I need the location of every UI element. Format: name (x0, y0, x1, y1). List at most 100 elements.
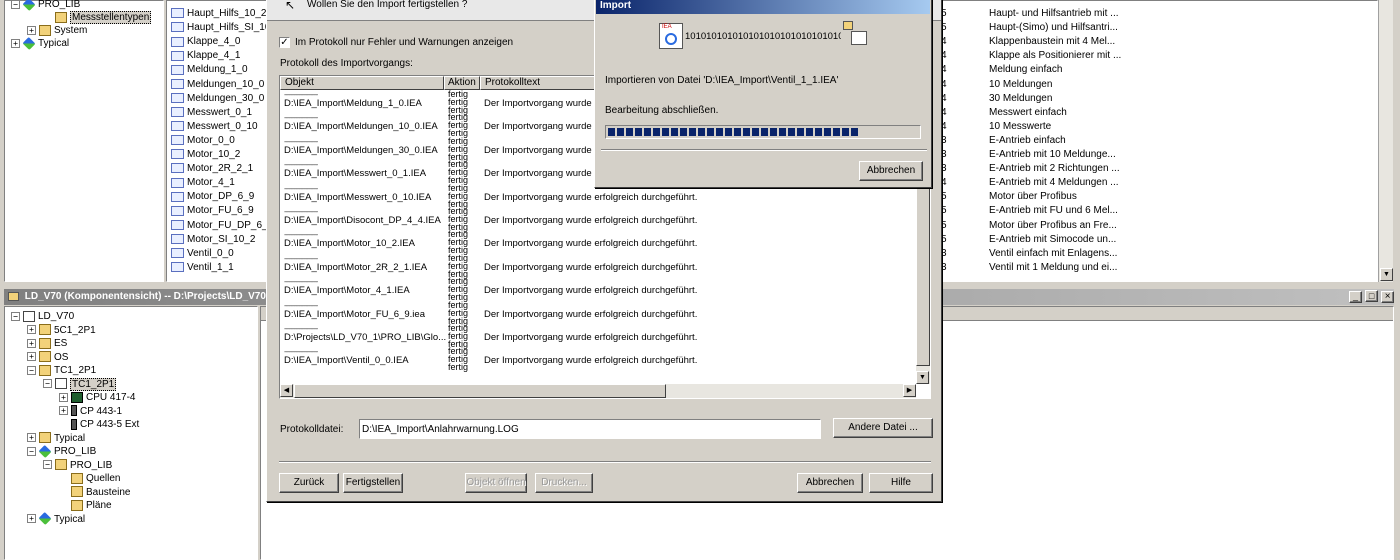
tree-item[interactable]: + Typical (11, 36, 69, 50)
block-icon (171, 92, 184, 103)
expand-icon[interactable]: + (59, 392, 68, 402)
block-list-item[interactable]: Motor_0_0 (171, 134, 235, 148)
column-object[interactable]: Objekt (280, 76, 444, 90)
vscroll-thumb[interactable] (916, 176, 930, 366)
block-list-item[interactable]: Motor_2R_2_1 (171, 162, 253, 176)
folder-icon (71, 499, 83, 511)
cancel-button[interactable]: Abbrechen (797, 473, 863, 493)
expand-icon[interactable]: + (27, 352, 36, 362)
protocol-row[interactable]: -------------------- fertig D:\IEA_Import\… (284, 347, 912, 372)
block-list-item[interactable]: Messwert_0_10 (171, 120, 258, 134)
block-list-item[interactable]: Motor_FU_6_9 (171, 204, 254, 218)
tree-item[interactable]: − PRO_LIB (27, 444, 96, 458)
tree-item[interactable]: + Typical (27, 512, 85, 526)
block-list-item[interactable]: Klappe_4_1 (171, 49, 240, 63)
block-list-item[interactable]: Meldungen_10_0 (171, 78, 264, 92)
collapse-icon[interactable]: − (11, 311, 20, 321)
help-button[interactable]: Hilfe (869, 473, 933, 493)
tree-item[interactable]: + System (27, 24, 87, 37)
folder-icon (39, 324, 51, 336)
protocol-file-input[interactable] (359, 419, 821, 439)
component-tree-pane[interactable]: − LD_V70 +5C1_2P1 + ES + OS − TC1_2P1− TC1_2P1 + CP… (4, 306, 258, 560)
tree-item[interactable]: − PRO_LIB (43, 459, 112, 472)
scroll-down-icon[interactable]: ▼ (916, 371, 929, 384)
collapse-icon[interactable]: − (43, 460, 52, 470)
maximize-button[interactable]: □ (1365, 290, 1379, 302)
expand-icon[interactable]: + (27, 25, 36, 35)
close-button[interactable]: × (1381, 291, 1395, 303)
tree-item[interactable]: + CPU 417-4 (59, 391, 135, 404)
tree-item[interactable]: +5C1_2P1 (27, 324, 96, 337)
block-list-item[interactable]: Motor_DP_6_9 (171, 190, 254, 204)
tree-item[interactable]: Bausteine (59, 486, 130, 499)
collapse-icon[interactable]: − (11, 0, 20, 9)
column-action[interactable]: Aktion (444, 76, 480, 90)
block-list-item[interactable]: Haupt_Hilfs_SI_10_2 (171, 21, 282, 35)
block-name: Motor_DP_6_9 (187, 191, 255, 203)
block-list-item[interactable]: Haupt_Hilfs_10_2 (171, 7, 267, 21)
tree-item[interactable]: + OS (27, 351, 68, 364)
tree-item[interactable]: − TC1_2P1 (27, 364, 96, 377)
tree-item[interactable]: − PRO_LIB (11, 0, 80, 11)
tree-item[interactable]: + CP 443-1 (59, 405, 122, 418)
expand-icon[interactable]: + (27, 514, 36, 524)
tree-item[interactable]: − LD_V70 (11, 310, 74, 323)
collapse-icon[interactable]: − (27, 365, 36, 375)
block-list-item[interactable]: Motor_FU_DP_6_9 (171, 219, 273, 233)
tree-item[interactable]: Quellen (59, 472, 120, 485)
tree-item[interactable]: CP 443-5 Ext (59, 418, 139, 431)
open-object-button[interactable]: Objekt öffnen (465, 473, 527, 493)
folder-icon (55, 11, 67, 23)
tree-item[interactable]: − TC1_2P1 (43, 377, 117, 391)
expand-icon[interactable]: + (27, 433, 36, 443)
block-description: Messwert einfach (989, 106, 1067, 118)
scroll-left-icon[interactable]: ◀ (280, 384, 293, 397)
block-name: Motor_2R_2_1 (187, 163, 254, 175)
block-list-item[interactable]: Meldung_1_0 (171, 63, 248, 77)
scroll-down-icon[interactable]: ▼ (1380, 268, 1393, 281)
tree-item-label: Pläne (86, 500, 112, 511)
protocol-row[interactable]: -------------------- fertig D:\IEA_Import\… (284, 207, 912, 232)
other-file-button[interactable]: Andere Datei ... (833, 418, 933, 438)
top-tree-pane[interactable]: − PRO_LIB Messstellentypen + System + Typical (4, 0, 164, 282)
protocol-row[interactable]: -------------------- fertig D:\IEA_Import\… (284, 300, 912, 325)
protocol-row[interactable]: -------------------- fertig D:\IEA_Import\… (284, 277, 912, 302)
block-list-item[interactable]: Motor_4_1 (171, 176, 235, 190)
protocol-hscroll[interactable]: ◀ ▶ (280, 384, 916, 398)
expand-icon[interactable]: + (27, 325, 36, 335)
back-button[interactable]: Zurück (279, 473, 339, 493)
block-list-item[interactable]: Messwert_0_1 (171, 106, 252, 120)
tree-item[interactable]: Messstellentypen (43, 11, 152, 24)
expand-icon[interactable]: + (27, 338, 36, 348)
folder-icon (39, 364, 51, 376)
hscroll-thumb[interactable] (294, 384, 666, 398)
print-button[interactable]: Drucken... (535, 473, 593, 493)
tree-item[interactable]: Pläne (59, 499, 112, 512)
import-cancel-button[interactable]: Abbrechen (859, 161, 923, 181)
project-target-icon (843, 21, 869, 49)
block-icon (171, 233, 184, 244)
scroll-right-icon[interactable]: ▶ (903, 384, 916, 397)
collapse-icon[interactable]: − (43, 379, 52, 389)
protocol-row[interactable]: -------------------- fertig D:\Projects\LD… (284, 324, 912, 349)
block-list-item[interactable]: Motor_SI_10_2 (171, 233, 255, 247)
block-list-item[interactable]: Ventil_0_0 (171, 247, 234, 261)
minimize-button[interactable]: _ (1349, 291, 1362, 303)
block-list-item[interactable]: Meldungen_30_0 (171, 92, 264, 106)
expand-icon[interactable]: + (59, 406, 68, 416)
collapse-icon[interactable]: − (27, 446, 36, 456)
block-list-item[interactable]: Motor_10_2 (171, 148, 240, 162)
expand-icon[interactable]: + (11, 38, 20, 48)
top-vscroll[interactable]: ▼ (1378, 0, 1393, 282)
protocol-row[interactable]: -------------------- fertig D:\IEA_Import\… (284, 230, 912, 255)
protocol-row[interactable]: -------------------- fertig D:\IEA_Import\… (284, 253, 912, 278)
errors-only-checkbox[interactable]: ✓ (279, 37, 290, 48)
tree-item[interactable]: + Typical (27, 432, 85, 445)
import-dialog-titlebar[interactable]: Import (596, 0, 930, 14)
block-list-item[interactable]: Ventil_1_1 (171, 261, 234, 275)
component-window-title: LD_V70 (Komponentensicht) -- D:\Projects… (24, 291, 266, 302)
iea-file-icon: IEA (659, 23, 683, 49)
finish-button[interactable]: Fertigstellen (343, 473, 403, 493)
tree-item[interactable]: + ES (27, 337, 67, 350)
block-list-item[interactable]: Klappe_4_0 (171, 35, 240, 49)
